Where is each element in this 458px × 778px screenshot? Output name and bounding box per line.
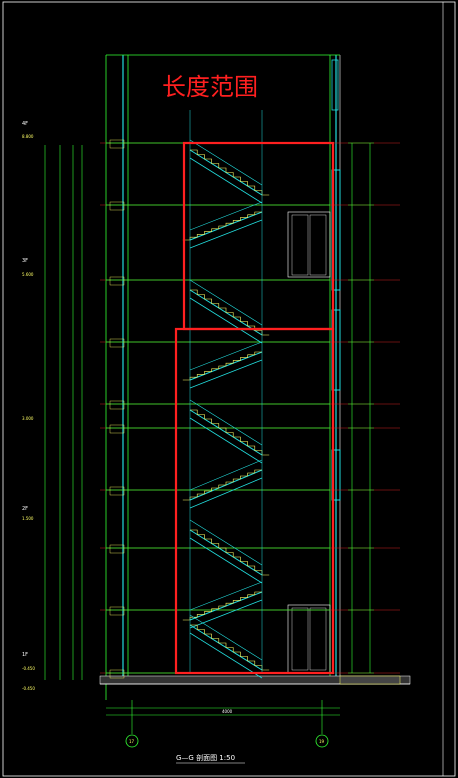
axis-label-19: 19 [319, 739, 325, 744]
stair-steps [190, 149, 270, 196]
door-lower-leaf-a [291, 607, 309, 671]
door-lower-leaf-b [309, 607, 327, 671]
elevation-label-3: 3.000 [22, 416, 34, 421]
stair-flights [182, 110, 270, 679]
landing-hatch [109, 544, 125, 554]
building-geometry [99, 54, 411, 700]
floor-lines [100, 139, 400, 679]
stair-section-drawing: 4F 3F 2F 1F 8.800 5.600 3.000 1.500 -0.4… [2, 1, 456, 777]
elevation-label-2: 5.600 [22, 272, 34, 277]
stair-steps [190, 624, 270, 671]
stair-railing [189, 519, 263, 566]
landing-hatch [109, 201, 125, 211]
bottom-dimension-text: 4000 [222, 709, 233, 714]
elevation-label-5: -0.450 [22, 666, 35, 671]
dimension-lines [348, 142, 374, 674]
ramp [339, 675, 401, 685]
landing-hatch [109, 486, 125, 496]
axis-label-17: 17 [129, 739, 135, 744]
stair-flight-underside [189, 297, 263, 344]
stair-flight-underside [189, 632, 263, 679]
floor-label-4f: 4F [22, 121, 28, 127]
floor-label-3f: 3F [22, 258, 28, 264]
drawing-caption: G—G 剖面图 1:50 [176, 753, 235, 762]
annotation-title: 长度范围 [162, 73, 258, 101]
drawing-frame [2, 1, 456, 777]
stair-flight-underside [189, 157, 263, 204]
door-upper [287, 211, 331, 278]
landing-hatch [109, 606, 125, 616]
door-upper-leaf-b [309, 214, 327, 276]
landing-hatch [109, 400, 125, 410]
landing-hatch [109, 338, 125, 348]
left-elevation-dims [44, 145, 83, 680]
stair-flight-underside [189, 537, 263, 584]
window-right-top [331, 59, 339, 111]
floor-label-2f: 2F [22, 506, 28, 512]
landing-hatch [109, 424, 125, 434]
stair-railing [189, 139, 263, 186]
cad-drawing-canvas: 4F 3F 2F 1F 8.800 5.600 3.000 1.500 -0.4… [0, 0, 458, 778]
landing-hatch [109, 276, 125, 286]
floor-label-1f: 1F [22, 652, 28, 658]
landing-hatch [109, 139, 125, 149]
highlight-range-upper [182, 141, 335, 331]
stair-railing [189, 279, 263, 326]
stair-railing [189, 399, 263, 446]
elevation-label-1: 8.800 [22, 134, 34, 139]
elevation-label-4: 1.500 [22, 516, 34, 521]
stair-steps [190, 529, 270, 576]
highlight-range-lower [174, 327, 335, 675]
stair-flight-underside [189, 417, 263, 464]
stair-steps [190, 409, 270, 456]
elevation-label-6: -0.450 [22, 686, 35, 691]
door-upper-leaf-a [291, 214, 309, 276]
stair-railing [189, 614, 263, 661]
door-lower [287, 604, 331, 674]
